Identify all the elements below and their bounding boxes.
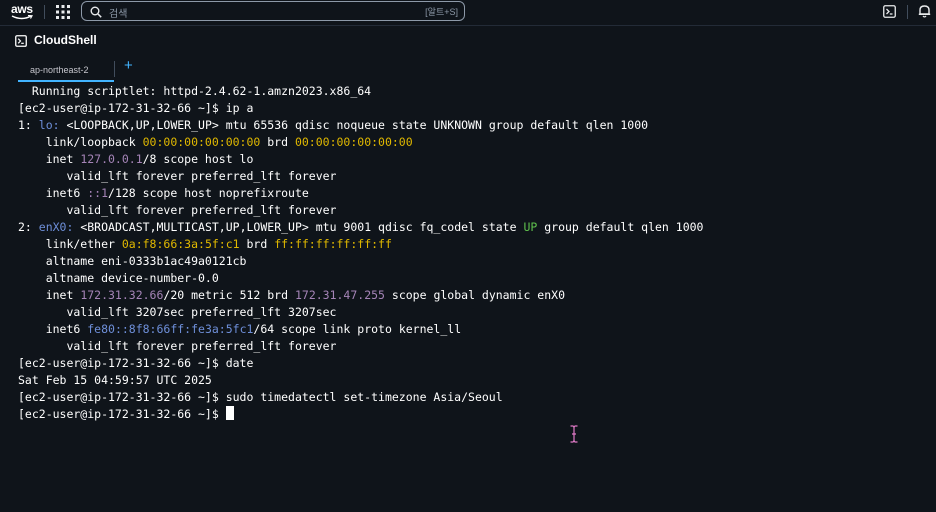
terminal-text: inet xyxy=(18,152,81,166)
tab-divider xyxy=(114,61,115,77)
cloudshell-icon[interactable] xyxy=(883,5,896,23)
terminal-line: link/loopback 00:00:00:00:00:00 brd 00:0… xyxy=(18,134,413,151)
nav-divider xyxy=(907,5,908,19)
ip-address: ::1 xyxy=(87,186,109,200)
terminal-line: link/ether 0a:f8:66:3a:5f:c1 brd ff:ff:f… xyxy=(18,236,392,253)
page-title: CloudShell xyxy=(34,33,97,47)
terminal-line: inet 127.0.0.1/8 scope host lo xyxy=(18,151,254,168)
terminal-cursor xyxy=(225,406,234,420)
aws-logo[interactable]: aws xyxy=(11,2,35,21)
terminal-text: /8 scope host lo xyxy=(142,152,254,166)
state-up: UP xyxy=(523,220,538,234)
tab-ap-northeast-2[interactable]: ap-northeast-2 xyxy=(18,56,114,82)
terminal-line: valid_lft 3207sec preferred_lft 3207sec xyxy=(18,305,337,319)
terminal-line: altname device-number-0.0 xyxy=(18,271,219,285)
terminal-text: inet6 xyxy=(18,186,88,200)
top-navigation: aws 검색 [알트+S] xyxy=(0,0,936,26)
search-placeholder: 검색 xyxy=(109,9,128,20)
terminal-line: valid_lft forever preferred_lft forever xyxy=(18,203,337,217)
terminal-text: 2: xyxy=(18,220,39,234)
terminal-line: valid_lft forever preferred_lft forever xyxy=(18,169,337,183)
terminal-text: /128 scope host noprefixroute xyxy=(108,186,309,200)
search-input[interactable]: 검색 [알트+S] xyxy=(81,1,465,21)
terminal-text: <BROADCAST,MULTICAST,UP,LOWER_UP> mtu 90… xyxy=(73,220,524,234)
search-shortcut-hint: [알트+S] xyxy=(425,7,458,17)
ip-address: 172.31.47.255 xyxy=(294,288,385,302)
interface-name: enX0: xyxy=(38,220,74,234)
add-tab-button[interactable]: + xyxy=(124,58,133,74)
terminal-text: 1: xyxy=(18,118,39,132)
terminal-line: inet6 fe80::8f8:66ff:fe3a:5fc1/64 scope … xyxy=(18,321,461,338)
terminal-line: 2: enX0: <BROADCAST,MULTICAST,UP,LOWER_U… xyxy=(18,219,703,236)
mac-address: 00:00:00:00:00:00 xyxy=(142,135,261,149)
terminal-line: [ec2-user@ip-172-31-32-66 ~]$ sudo timed… xyxy=(18,390,503,404)
cloudshell-header: CloudShell xyxy=(0,26,936,56)
grid-icon[interactable] xyxy=(56,5,70,19)
terminal-line: Running scriptlet: httpd-2.4.62-1.amzn20… xyxy=(18,84,372,98)
search-icon xyxy=(90,5,102,23)
terminal-line: [ec2-user@ip-172-31-32-66 ~]$ ip a xyxy=(18,101,254,115)
terminal-line: inet6 ::1/128 scope host noprefixroute xyxy=(18,185,309,202)
terminal-prompt-line: [ec2-user@ip-172-31-32-66 ~]$ xyxy=(18,406,234,423)
nav-divider xyxy=(44,5,45,19)
terminal-text: scope global dynamic enX0 xyxy=(384,288,565,302)
aws-logo-text: aws xyxy=(11,2,33,16)
terminal[interactable]: Running scriptlet: httpd-2.4.62-1.amzn20… xyxy=(0,82,936,512)
terminal-text: brd xyxy=(239,237,275,251)
ip-address: 127.0.0.1 xyxy=(80,152,143,166)
terminal-line: altname eni-0333b1ac49a0121cb xyxy=(18,254,247,268)
terminal-line: [ec2-user@ip-172-31-32-66 ~]$ date xyxy=(18,356,254,370)
terminal-line: Sat Feb 15 04:59:57 UTC 2025 xyxy=(18,373,212,387)
text-cursor-icon xyxy=(569,425,579,446)
aws-smile-icon xyxy=(11,15,33,20)
terminal-text: inet xyxy=(18,288,81,302)
ip-address: fe80::8f8:66ff:fe3a:5fc1 xyxy=(87,322,254,336)
mac-address: 0a:f8:66:3a:5f:c1 xyxy=(121,237,240,251)
cloudshell-icon xyxy=(15,34,27,52)
tab-bar: ap-northeast-2 + xyxy=(0,56,936,82)
terminal-text: /20 metric 512 brd xyxy=(163,288,295,302)
mac-address: ff:ff:ff:ff:ff:ff xyxy=(274,237,392,251)
terminal-text: /64 scope link proto kernel_ll xyxy=(253,322,462,336)
ip-address: 172.31.32.66 xyxy=(80,288,164,302)
interface-name: lo: xyxy=(38,118,60,132)
terminal-text: group default qlen 1000 xyxy=(537,220,704,234)
bell-icon[interactable] xyxy=(918,4,931,23)
terminal-prompt: [ec2-user@ip-172-31-32-66 ~]$ xyxy=(18,407,226,421)
mac-address: 00:00:00:00:00:00 xyxy=(294,135,413,149)
terminal-text: link/ether xyxy=(18,237,122,251)
terminal-line: valid_lft forever preferred_lft forever xyxy=(18,339,337,353)
tab-label: ap-northeast-2 xyxy=(30,65,89,75)
terminal-line: 1: lo: <LOOPBACK,UP,LOWER_UP> mtu 65536 … xyxy=(18,117,648,134)
terminal-line: inet 172.31.32.66/20 metric 512 brd 172.… xyxy=(18,287,565,304)
terminal-text: inet6 xyxy=(18,322,88,336)
terminal-text: <LOOPBACK,UP,LOWER_UP> mtu 65536 qdisc n… xyxy=(59,118,649,132)
terminal-text: brd xyxy=(260,135,295,149)
terminal-text: link/loopback xyxy=(18,135,143,149)
